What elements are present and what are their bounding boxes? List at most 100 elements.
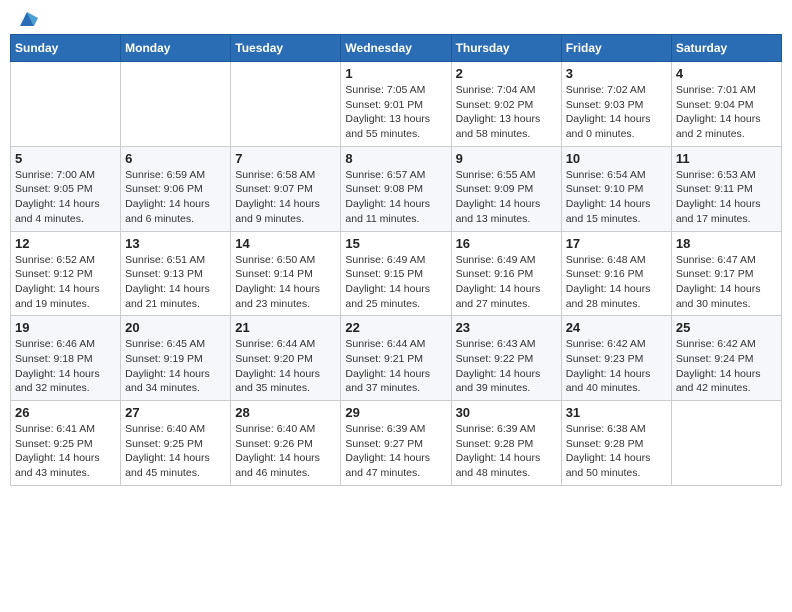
day-info: Sunrise: 6:57 AMSunset: 9:08 PMDaylight:… [345,168,446,227]
day-number: 19 [15,320,116,335]
calendar-cell: 22 Sunrise: 6:44 AMSunset: 9:21 PMDayligh… [341,316,451,401]
day-info: Sunrise: 6:44 AMSunset: 9:21 PMDaylight:… [345,337,446,396]
day-info: Sunrise: 6:55 AMSunset: 9:09 PMDaylight:… [456,168,557,227]
day-info: Sunrise: 6:39 AMSunset: 9:27 PMDaylight:… [345,422,446,481]
calendar-week-3: 12 Sunrise: 6:52 AMSunset: 9:12 PMDayligh… [11,231,782,316]
day-number: 23 [456,320,557,335]
calendar-cell: 7Sunrise: 6:58 AMSunset: 9:07 PMDaylight… [231,146,341,231]
day-number: 31 [566,405,667,420]
calendar-cell: 15 Sunrise: 6:49 AMSunset: 9:15 PMDayligh… [341,231,451,316]
day-info: Sunrise: 6:42 AMSunset: 9:24 PMDaylight:… [676,337,777,396]
day-number: 30 [456,405,557,420]
day-info: Sunrise: 6:47 AMSunset: 9:17 PMDaylight:… [676,253,777,312]
day-info: Sunrise: 6:43 AMSunset: 9:22 PMDaylight:… [456,337,557,396]
day-number: 11 [676,151,777,166]
day-number: 16 [456,236,557,251]
calendar-cell: 29 Sunrise: 6:39 AMSunset: 9:27 PMDayligh… [341,401,451,486]
calendar-cell: 23 Sunrise: 6:43 AMSunset: 9:22 PMDayligh… [451,316,561,401]
header-day-wednesday: Wednesday [341,35,451,62]
day-info: Sunrise: 6:53 AMSunset: 9:11 PMDaylight:… [676,168,777,227]
day-number: 12 [15,236,116,251]
calendar-cell: 9 Sunrise: 6:55 AMSunset: 9:09 PMDaylight… [451,146,561,231]
header-day-tuesday: Tuesday [231,35,341,62]
day-number: 6 [125,151,226,166]
day-info: Sunrise: 6:45 AMSunset: 9:19 PMDaylight:… [125,337,226,396]
day-info: Sunrise: 6:42 AMSunset: 9:23 PMDaylight:… [566,337,667,396]
header-day-thursday: Thursday [451,35,561,62]
day-number: 27 [125,405,226,420]
calendar-cell: 6 Sunrise: 6:59 AMSunset: 9:06 PMDaylight… [121,146,231,231]
calendar-cell: 4Sunrise: 7:01 AMSunset: 9:04 PMDaylight… [671,62,781,147]
day-number: 4 [676,66,777,81]
day-number: 9 [456,151,557,166]
day-info: Sunrise: 6:54 AMSunset: 9:10 PMDaylight:… [566,168,667,227]
day-number: 2 [456,66,557,81]
calendar-cell [121,62,231,147]
day-info: Sunrise: 7:05 AMSunset: 9:01 PMDaylight:… [345,83,446,142]
day-info: Sunrise: 6:49 AMSunset: 9:15 PMDaylight:… [345,253,446,312]
calendar-cell: 14Sunrise: 6:50 AMSunset: 9:14 PMDayligh… [231,231,341,316]
calendar-cell: 10 Sunrise: 6:54 AMSunset: 9:10 PMDayligh… [561,146,671,231]
day-number: 28 [235,405,336,420]
day-number: 21 [235,320,336,335]
day-number: 29 [345,405,446,420]
day-info: Sunrise: 6:51 AMSunset: 9:13 PMDaylight:… [125,253,226,312]
header-day-saturday: Saturday [671,35,781,62]
calendar-table: SundayMondayTuesdayWednesdayThursdayFrid… [10,34,782,486]
calendar-cell: 27 Sunrise: 6:40 AMSunset: 9:25 PMDayligh… [121,401,231,486]
day-info: Sunrise: 6:59 AMSunset: 9:06 PMDaylight:… [125,168,226,227]
calendar-cell [231,62,341,147]
calendar-cell [671,401,781,486]
calendar-cell: 8 Sunrise: 6:57 AMSunset: 9:08 PMDaylight… [341,146,451,231]
day-number: 15 [345,236,446,251]
day-info: Sunrise: 6:40 AMSunset: 9:25 PMDaylight:… [125,422,226,481]
day-number: 17 [566,236,667,251]
day-info: Sunrise: 6:39 AMSunset: 9:28 PMDaylight:… [456,422,557,481]
calendar-week-2: 5 Sunrise: 7:00 AMSunset: 9:05 PMDaylight… [11,146,782,231]
calendar-cell: 1 Sunrise: 7:05 AMSunset: 9:01 PMDaylight… [341,62,451,147]
calendar-cell: 31 Sunrise: 6:38 AMSunset: 9:28 PMDayligh… [561,401,671,486]
day-info: Sunrise: 6:46 AMSunset: 9:18 PMDaylight:… [15,337,116,396]
day-number: 1 [345,66,446,81]
day-info: Sunrise: 7:02 AMSunset: 9:03 PMDaylight:… [566,83,667,142]
calendar-cell [11,62,121,147]
day-info: Sunrise: 7:00 AMSunset: 9:05 PMDaylight:… [15,168,116,227]
header-row: SundayMondayTuesdayWednesdayThursdayFrid… [11,35,782,62]
calendar-header: SundayMondayTuesdayWednesdayThursdayFrid… [11,35,782,62]
logo [14,10,38,26]
calendar-body: 1 Sunrise: 7:05 AMSunset: 9:01 PMDaylight… [11,62,782,486]
calendar-cell: 19 Sunrise: 6:46 AMSunset: 9:18 PMDayligh… [11,316,121,401]
calendar-cell: 5 Sunrise: 7:00 AMSunset: 9:05 PMDaylight… [11,146,121,231]
day-number: 25 [676,320,777,335]
page-header [10,10,782,26]
day-number: 24 [566,320,667,335]
day-number: 3 [566,66,667,81]
day-number: 20 [125,320,226,335]
calendar-cell: 11 Sunrise: 6:53 AMSunset: 9:11 PMDayligh… [671,146,781,231]
day-info: Sunrise: 6:38 AMSunset: 9:28 PMDaylight:… [566,422,667,481]
day-info: Sunrise: 6:49 AMSunset: 9:16 PMDaylight:… [456,253,557,312]
calendar-cell: 24 Sunrise: 6:42 AMSunset: 9:23 PMDayligh… [561,316,671,401]
day-number: 10 [566,151,667,166]
calendar-cell: 30 Sunrise: 6:39 AMSunset: 9:28 PMDayligh… [451,401,561,486]
day-number: 7 [235,151,336,166]
day-info: Sunrise: 7:04 AMSunset: 9:02 PMDaylight:… [456,83,557,142]
calendar-cell: 18Sunrise: 6:47 AMSunset: 9:17 PMDayligh… [671,231,781,316]
day-number: 8 [345,151,446,166]
calendar-cell: 3 Sunrise: 7:02 AMSunset: 9:03 PMDaylight… [561,62,671,147]
header-day-sunday: Sunday [11,35,121,62]
day-number: 5 [15,151,116,166]
calendar-week-5: 26Sunrise: 6:41 AMSunset: 9:25 PMDayligh… [11,401,782,486]
day-number: 26 [15,405,116,420]
calendar-week-1: 1 Sunrise: 7:05 AMSunset: 9:01 PMDaylight… [11,62,782,147]
calendar-cell: 25 Sunrise: 6:42 AMSunset: 9:24 PMDayligh… [671,316,781,401]
day-info: Sunrise: 6:48 AMSunset: 9:16 PMDaylight:… [566,253,667,312]
calendar-cell: 12 Sunrise: 6:52 AMSunset: 9:12 PMDayligh… [11,231,121,316]
calendar-cell: 17 Sunrise: 6:48 AMSunset: 9:16 PMDayligh… [561,231,671,316]
day-info: Sunrise: 6:50 AMSunset: 9:14 PMDaylight:… [235,253,336,312]
calendar-cell: 26Sunrise: 6:41 AMSunset: 9:25 PMDayligh… [11,401,121,486]
day-info: Sunrise: 6:52 AMSunset: 9:12 PMDaylight:… [15,253,116,312]
calendar-cell: 16 Sunrise: 6:49 AMSunset: 9:16 PMDayligh… [451,231,561,316]
day-number: 22 [345,320,446,335]
calendar-cell: 28Sunrise: 6:40 AMSunset: 9:26 PMDayligh… [231,401,341,486]
